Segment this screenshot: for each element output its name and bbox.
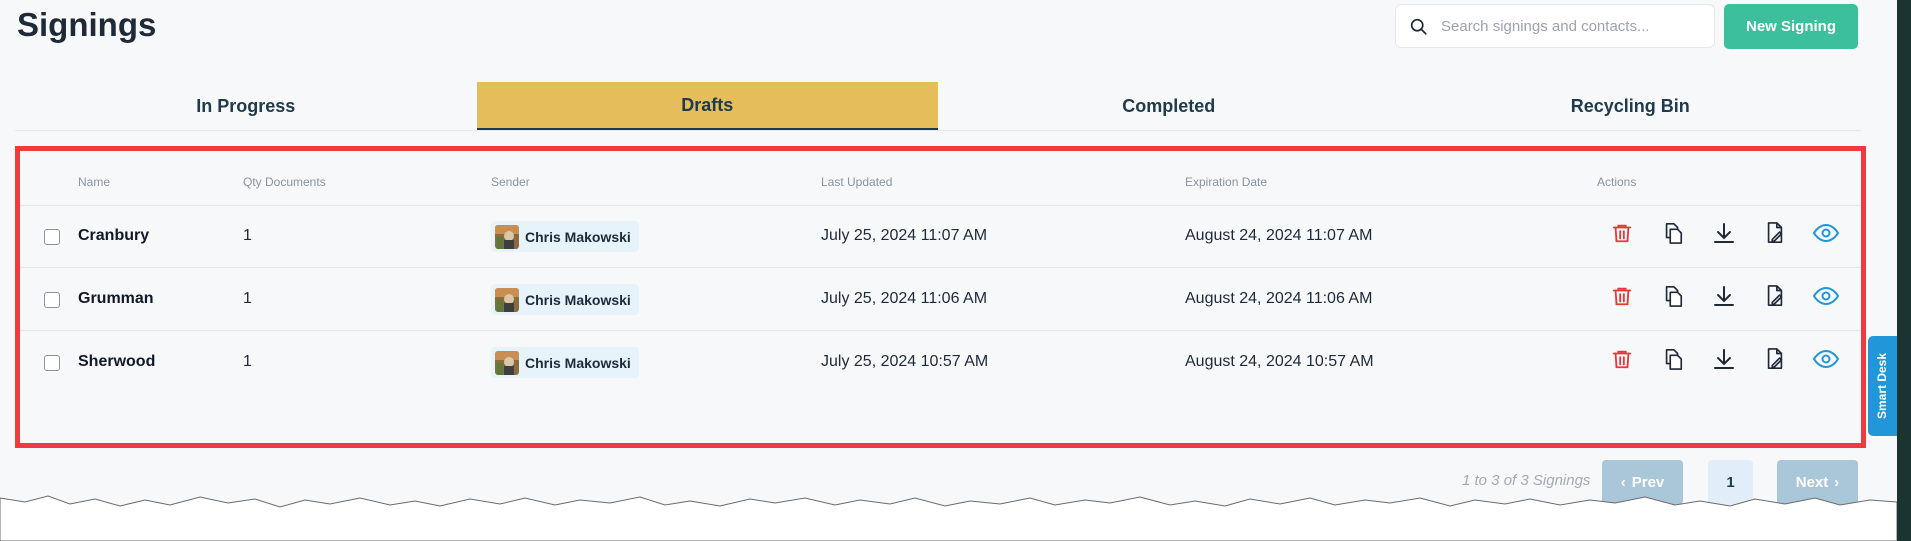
trash-icon [1611,222,1633,249]
edit-document-action-button[interactable] [1758,219,1792,251]
eye-action-button[interactable] [1809,219,1843,251]
smart-desk-label: Smart Desk [1875,352,1890,420]
eye-icon [1812,348,1840,375]
row-actions [1605,219,1860,251]
avatar [495,287,519,312]
tab-in-progress[interactable]: In Progress [15,82,477,130]
column-header-expiration: Expiration Date [1185,175,1268,189]
column-header-qty: Qty Documents [243,175,326,189]
sender-name: Chris Makowski [525,228,631,245]
row-qty: 1 [243,227,252,244]
row-name: Grumman [78,290,154,307]
row-last-updated: July 25, 2024 10:57 AM [821,353,989,370]
edit-document-icon [1764,221,1786,250]
trash-action-button[interactable] [1605,345,1639,377]
eye-action-button[interactable] [1809,345,1843,377]
torn-paper-edge [0,495,1897,541]
table-header: Name Qty Documents Sender Last Updated E… [20,151,1861,206]
row-expiration: August 24, 2024 10:57 AM [1185,353,1374,370]
edit-document-icon [1764,284,1786,313]
search-icon [1410,18,1427,35]
trash-icon [1611,285,1633,312]
download-action-button[interactable] [1707,282,1741,314]
sender-chip[interactable]: Chris Makowski [491,221,639,252]
row-expiration: August 24, 2024 11:07 AM [1185,227,1373,244]
column-header-name: Name [78,175,111,189]
download-icon [1712,347,1736,376]
pagination-info: 1 to 3 of 3 Signings [1462,472,1591,489]
row-last-updated: July 25, 2024 11:06 AM [821,290,988,307]
table-row[interactable]: Sherwood 1 Chris Makowski July 25, 2024 10:… [20,331,1861,394]
tab-completed[interactable]: Completed [938,82,1400,130]
chevron-right-icon: › [1834,474,1840,491]
download-icon [1712,221,1736,250]
table-row[interactable]: Cranbury 1 Chris Makowski July 25, 2024 11:… [20,205,1861,268]
search-input[interactable] [1439,16,1714,36]
signings-table: Name Qty Documents Sender Last Updated E… [15,146,1866,448]
row-last-updated: July 25, 2024 11:07 AM [821,227,988,244]
eye-icon [1812,285,1840,312]
search-box[interactable] [1395,4,1715,48]
avatar [495,224,519,249]
edit-document-action-button[interactable] [1758,282,1792,314]
avatar [495,350,519,375]
sender-chip[interactable]: Chris Makowski [491,284,639,315]
row-expiration: August 24, 2024 11:06 AM [1185,290,1373,307]
table-row[interactable]: Grumman 1 Chris Makowski July 25, 2024 11:0… [20,268,1861,331]
copy-icon [1662,284,1684,313]
trash-action-button[interactable] [1605,219,1639,251]
column-header-actions: Actions [1597,175,1637,189]
row-qty: 1 [243,290,252,307]
row-name: Cranbury [78,227,150,244]
trash-action-button[interactable] [1605,282,1639,314]
sender-name: Chris Makowski [525,291,631,308]
trash-icon [1611,348,1633,375]
copy-icon [1662,347,1684,376]
row-name: Sherwood [78,353,156,370]
copy-action-button[interactable] [1656,219,1690,251]
eye-icon [1812,222,1840,249]
page-title: Signings [17,6,157,43]
sender-chip[interactable]: Chris Makowski [491,347,639,378]
smart-desk-tab[interactable]: Smart Desk [1868,336,1897,436]
edit-document-action-button[interactable] [1758,345,1792,377]
chevron-left-icon: ‹ [1620,474,1626,491]
next-label: Next [1795,474,1829,491]
row-checkbox[interactable] [44,355,60,371]
row-actions [1605,282,1860,314]
edit-document-icon [1764,347,1786,376]
row-actions [1605,345,1860,377]
copy-icon [1662,221,1684,250]
eye-action-button[interactable] [1809,282,1843,314]
row-qty: 1 [243,353,252,370]
download-action-button[interactable] [1707,219,1741,251]
row-checkbox[interactable] [44,292,60,308]
tab-drafts[interactable]: Drafts [476,82,938,130]
download-action-button[interactable] [1707,345,1741,377]
row-checkbox[interactable] [44,229,60,245]
column-header-last-updated: Last Updated [821,175,893,189]
window-edge [1897,0,1911,541]
tab-recycling-bin[interactable]: Recycling Bin [1400,82,1862,130]
prev-label: Prev [1631,474,1665,491]
tab-bar: In Progress Drafts Completed Recycling B… [15,82,1861,131]
download-icon [1712,284,1736,313]
column-header-sender: Sender [491,175,530,189]
new-signing-button[interactable]: New Signing [1724,4,1858,49]
copy-action-button[interactable] [1656,345,1690,377]
sender-name: Chris Makowski [525,354,631,371]
copy-action-button[interactable] [1656,282,1690,314]
